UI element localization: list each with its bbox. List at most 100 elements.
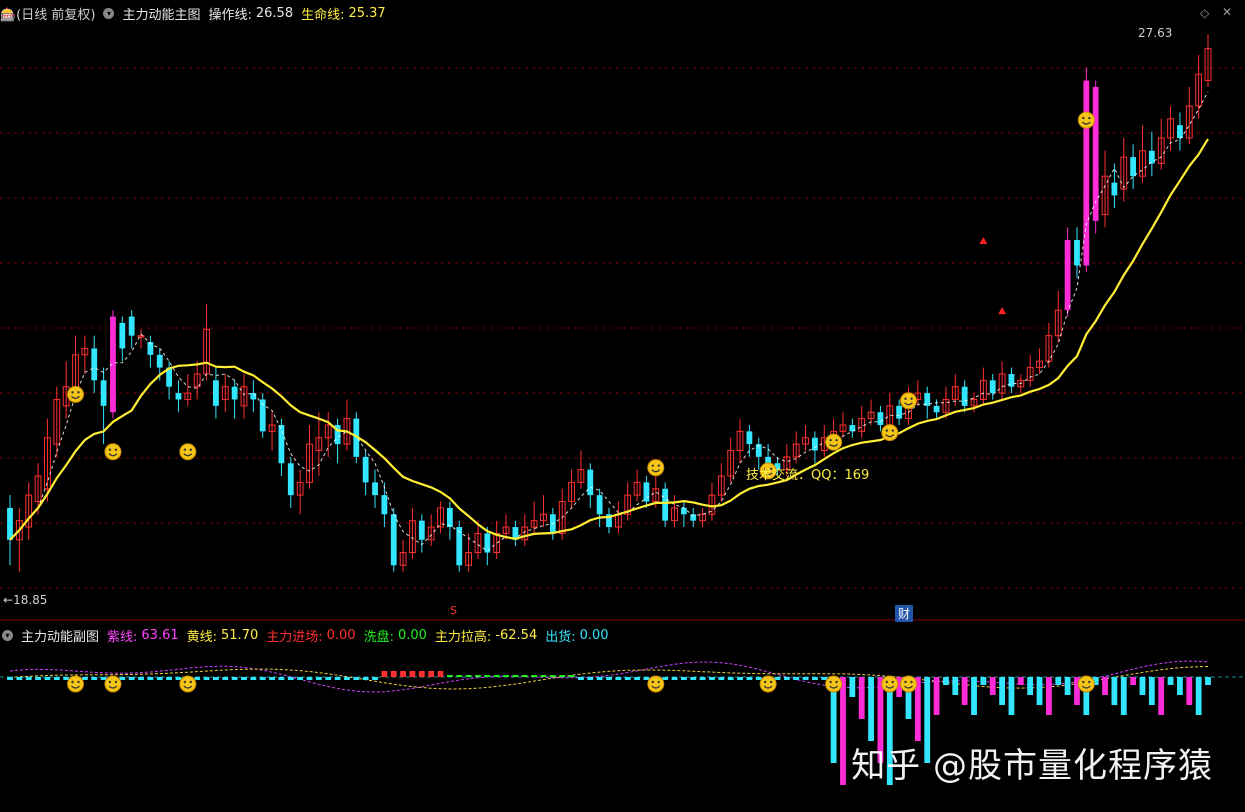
smiley-eye [71,680,74,684]
symbol-fragment: 🎰(日线 前复权) [0,8,96,23]
candle-body [662,488,669,521]
sub-bar [475,675,481,677]
op-line-label: 操作线: [208,8,252,23]
candle-body [128,316,135,336]
candle-body [390,514,397,566]
sub-bar [315,677,322,680]
sub-bar [596,677,603,680]
diamond-icon[interactable]: ◇ [1200,6,1209,20]
candle-body [446,507,453,528]
smiley-eye [891,429,894,432]
sub-header: ▾ 主力动能副图 紫线: 63.61 黄线: 51.70 主力进场: 0.00 … [2,626,617,645]
candle-body [1130,157,1137,177]
candle-body [1083,80,1090,266]
candle-body [765,456,772,464]
candle-body [1008,373,1015,387]
chevron-down-icon[interactable]: ▾ [2,630,13,641]
sub-bar [643,677,650,680]
smiley-eye [885,680,888,684]
candle-body [1074,240,1080,266]
sub-bar [718,677,725,680]
sub-bar [821,677,828,680]
sub-bar [269,677,275,680]
smiley-eye [189,448,193,451]
smiley-eye [183,448,187,451]
candle-body [989,380,996,394]
sub-bar [250,677,257,680]
high-price-label: 27.63 [1138,26,1173,40]
sub-bar [606,677,612,680]
smiley-eye [183,680,187,684]
sub-bar [587,677,594,680]
candles [7,34,1212,572]
sub-bar [437,671,444,677]
op-line [9,91,1209,552]
close-icon[interactable]: ✕ [1222,5,1232,19]
sub-bar [213,677,219,680]
candle-body [7,507,13,540]
candle-body [175,393,182,400]
smiley-icon [825,675,843,693]
up-arrow-icon [979,237,988,245]
sub-bar [1177,677,1183,695]
finance-marker[interactable]: 财 [895,605,914,622]
markers [67,111,1095,480]
sub-bar [1130,677,1137,685]
candle-body [1148,150,1155,164]
ship-label: 出货: [545,630,576,645]
sub-bar [1017,677,1024,685]
sub-bar [465,675,472,677]
life-line-label: 生命线: [301,8,345,23]
sub-bar [16,677,23,680]
sub-bar [222,677,229,680]
enter-value: 0.00 [326,628,356,643]
sub-indicator-name[interactable]: 主力动能副图 [21,626,99,645]
sub-bar [989,677,996,695]
candle-body [156,354,163,368]
sub-bar [840,677,846,785]
sub-bar [259,677,266,680]
sub-bar [400,671,406,677]
smiley-eye [651,464,654,467]
sub-bar [952,677,959,695]
sub-bar [793,677,800,680]
enter-label: 主力进场: [266,630,323,645]
candle-body [933,405,940,413]
smiley-icon [900,392,917,410]
smiley-eye [891,680,894,684]
sub-bar [456,675,463,677]
chevron-down-icon[interactable]: ▾ [103,8,115,19]
price-chart [0,34,1245,785]
main-indicator-name[interactable]: 主力动能主图 [122,4,200,23]
candle-body [100,380,107,406]
sub-bar [849,677,856,697]
purple-value: 63.61 [141,628,179,643]
sub-bar [1008,677,1015,715]
smiley-icon [104,443,122,461]
sub-bar [690,677,697,680]
smiley-icon [647,459,665,477]
sub-bar [156,677,163,680]
sub-bar [1120,677,1127,715]
candle-body [213,380,219,406]
sub-bar [128,677,135,680]
smiley-eye [904,397,907,400]
smiley-icon [759,675,777,693]
sub-bar [287,677,294,680]
sub-bar [578,677,584,680]
sub-bar [1139,677,1146,695]
smiley-eye [1088,680,1091,684]
sub-bar [671,677,678,680]
sub-bar [680,677,687,680]
sub-bar [334,677,341,680]
sub-bar [1167,677,1174,685]
smiley-eye [657,464,660,467]
sub-bar [868,677,874,741]
sub-bar [512,675,519,677]
candle-body [587,469,594,496]
sub-bar [521,675,528,677]
sub-bar [709,677,715,680]
smiley-eye [77,391,80,394]
smiley-eye [1088,116,1091,120]
sub-bar [53,677,60,680]
